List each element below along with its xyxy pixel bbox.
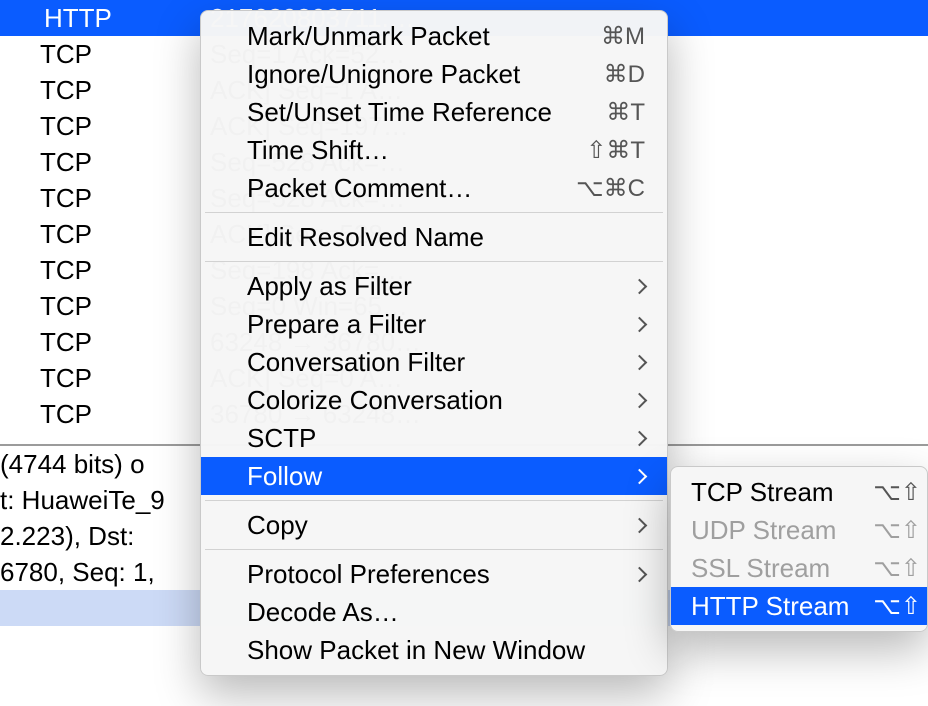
menu-item[interactable]: Prepare a Filter (201, 305, 667, 343)
submenu-shortcut: ⌥⇧ (867, 554, 921, 583)
menu-separator (205, 212, 663, 213)
menu-item-label: Decode As… (247, 597, 645, 628)
chevron-right-icon (632, 392, 648, 408)
follow-submenu: TCP Stream⌥⇧UDP Stream⌥⇧SSL Stream⌥⇧HTTP… (670, 466, 928, 632)
protocol-cell: TCP (0, 147, 210, 178)
menu-shortcut: ⌘T (596, 98, 645, 127)
chevron-right-icon (632, 278, 648, 294)
menu-item-label: Set/Unset Time Reference (247, 97, 596, 128)
menu-item-label: Follow (247, 461, 624, 492)
submenu-shortcut: ⌥⇧ (867, 478, 921, 507)
protocol-cell: TCP (0, 399, 210, 430)
menu-item[interactable]: Apply as Filter (201, 267, 667, 305)
submenu-item-label: TCP Stream (691, 477, 867, 508)
protocol-cell: TCP (0, 111, 210, 142)
menu-item-label: Colorize Conversation (247, 385, 624, 416)
menu-item-label: SCTP (247, 423, 624, 454)
wireshark-window: HTTP217620803711.…TCPSeq=1 Ack=52…TCPACK… (0, 0, 928, 706)
menu-item-label: Show Packet in New Window (247, 635, 645, 666)
chevron-right-icon (632, 517, 648, 533)
menu-item[interactable]: Copy (201, 506, 667, 544)
submenu-item[interactable]: HTTP Stream⌥⇧ (671, 587, 927, 625)
menu-item[interactable]: Edit Resolved Name (201, 218, 667, 256)
menu-item[interactable]: SCTP (201, 419, 667, 457)
menu-separator (205, 500, 663, 501)
protocol-cell: TCP (0, 75, 210, 106)
protocol-cell: HTTP (0, 3, 210, 34)
menu-item-label: Mark/Unmark Packet (247, 21, 591, 52)
chevron-right-icon (632, 468, 648, 484)
menu-separator (205, 549, 663, 550)
menu-item[interactable]: Time Shift…⇧⌘T (201, 131, 667, 169)
menu-item[interactable]: Protocol Preferences (201, 555, 667, 593)
submenu-shortcut: ⌥⇧ (867, 592, 921, 621)
protocol-cell: TCP (0, 291, 210, 322)
protocol-cell: TCP (0, 219, 210, 250)
menu-separator (205, 261, 663, 262)
menu-item[interactable]: Conversation Filter (201, 343, 667, 381)
menu-item-label: Edit Resolved Name (247, 222, 645, 253)
menu-item-label: Conversation Filter (247, 347, 624, 378)
protocol-cell: TCP (0, 39, 210, 70)
protocol-cell: TCP (0, 363, 210, 394)
protocol-cell: TCP (0, 327, 210, 358)
menu-item-label: Packet Comment… (247, 173, 566, 204)
menu-item-label: Copy (247, 510, 624, 541)
menu-item-label: Apply as Filter (247, 271, 624, 302)
submenu-item: SSL Stream⌥⇧ (671, 549, 927, 587)
menu-shortcut: ⌘M (591, 22, 645, 51)
context-menu: Mark/Unmark Packet⌘MIgnore/Unignore Pack… (200, 10, 668, 676)
submenu-item[interactable]: TCP Stream⌥⇧ (671, 473, 927, 511)
menu-item-label: Time Shift… (247, 135, 576, 166)
submenu-item: UDP Stream⌥⇧ (671, 511, 927, 549)
submenu-item-label: HTTP Stream (691, 591, 867, 622)
chevron-right-icon (632, 316, 648, 332)
menu-item-label: Protocol Preferences (247, 559, 624, 590)
menu-shortcut: ⇧⌘T (576, 136, 645, 165)
protocol-cell: TCP (0, 183, 210, 214)
menu-item[interactable]: Show Packet in New Window (201, 631, 667, 669)
menu-item-label: Prepare a Filter (247, 309, 624, 340)
menu-item[interactable]: Set/Unset Time Reference⌘T (201, 93, 667, 131)
submenu-item-label: SSL Stream (691, 553, 867, 584)
menu-shortcut: ⌥⌘C (566, 174, 645, 203)
chevron-right-icon (632, 566, 648, 582)
menu-item[interactable]: Follow (201, 457, 667, 495)
menu-shortcut: ⌘D (594, 60, 645, 89)
menu-item-label: Ignore/Unignore Packet (247, 59, 594, 90)
chevron-right-icon (632, 354, 648, 370)
menu-item[interactable]: Decode As… (201, 593, 667, 631)
submenu-item-label: UDP Stream (691, 515, 867, 546)
menu-item[interactable]: Mark/Unmark Packet⌘M (201, 17, 667, 55)
menu-item[interactable]: Ignore/Unignore Packet⌘D (201, 55, 667, 93)
menu-item[interactable]: Packet Comment…⌥⌘C (201, 169, 667, 207)
menu-item[interactable]: Colorize Conversation (201, 381, 667, 419)
submenu-shortcut: ⌥⇧ (867, 516, 921, 545)
protocol-cell: TCP (0, 255, 210, 286)
chevron-right-icon (632, 430, 648, 446)
